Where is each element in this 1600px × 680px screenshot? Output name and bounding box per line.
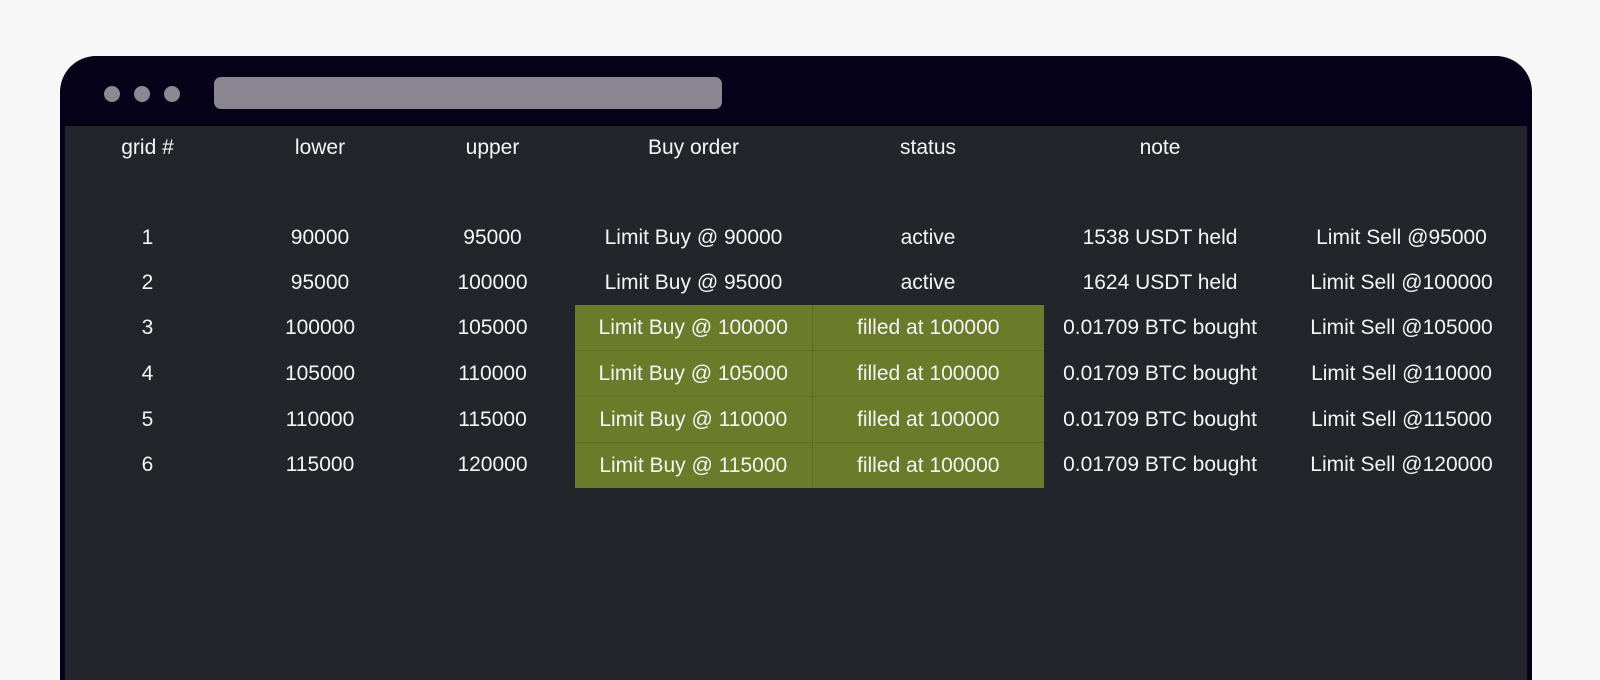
header-spacer [65,170,1527,215]
header-buy-order: Buy order [647,136,740,159]
lower-bound-cell: 100000 [284,315,356,339]
header-status: status [899,136,957,159]
address-bar[interactable] [214,77,722,109]
window-titlebar [60,56,1532,126]
header-upper: upper [465,136,520,159]
sell-order-cell: Limit Sell @95000 [1316,225,1487,249]
table-row: 3 100000 105000 Limit Buy @ 100000 fille… [65,305,1527,351]
lower-bound-cell: 95000 [290,270,350,294]
header-note: note [1139,136,1181,159]
status-cell: filled at 100000 [811,350,1044,397]
maximize-window-button[interactable] [164,86,180,102]
status-cell: filled at 100000 [811,305,1044,351]
lower-bound-cell: 105000 [284,361,356,385]
status-cell: filled at 100000 [811,396,1044,443]
grid-number-cell: 6 [141,453,154,477]
header-sell-order [1276,126,1527,170]
note-cell: 0.01709 BTC bought [1063,361,1257,385]
browser-window: grid # lower upper Buy order status note… [60,56,1532,680]
sell-order-cell: Limit Sell @115000 [1311,407,1492,431]
buy-order-cell: Limit Buy @ 115000 [575,442,812,488]
content-area: grid # lower upper Buy order status note… [65,126,1527,680]
grid-number-cell: 3 [141,315,154,339]
sell-order-cell: Limit Sell @110000 [1311,361,1492,385]
grid-number-cell: 5 [141,407,154,431]
buy-order-cell: Limit Buy @ 95000 [604,270,783,294]
lower-bound-cell: 90000 [290,225,350,249]
lower-bound-cell: 110000 [285,407,355,431]
upper-bound-cell: 95000 [463,225,522,249]
upper-bound-cell: 110000 [458,361,527,385]
buy-order-cell: Limit Buy @ 110000 [575,396,812,443]
status-cell: filled at 100000 [811,442,1044,488]
buy-order-cell: Limit Buy @ 100000 [575,305,812,351]
sell-order-cell: Limit Sell @105000 [1310,315,1493,339]
note-cell: 0.01709 BTC bought [1063,407,1257,431]
note-cell: 1624 USDT held [1082,270,1238,294]
upper-bound-cell: 115000 [458,407,527,431]
grid-number-cell: 4 [141,361,154,385]
table-row: 1 90000 95000 Limit Buy @ 90000 active 1… [65,215,1527,260]
table-row: 5 110000 115000 Limit Buy @ 110000 fille… [65,396,1527,443]
sell-order-cell: Limit Sell @100000 [1310,270,1493,294]
note-cell: 0.01709 BTC bought [1063,453,1257,477]
upper-bound-cell: 105000 [457,315,528,339]
status-cell: active [900,225,956,249]
buy-order-cell: Limit Buy @ 105000 [575,350,812,397]
grid-number-cell: 1 [141,225,154,249]
sell-order-cell: Limit Sell @120000 [1310,453,1493,477]
grid-number-cell: 2 [141,270,154,294]
table-row: 6 115000 120000 Limit Buy @ 115000 fille… [65,442,1527,488]
grid-orders-table: grid # lower upper Buy order status note… [65,126,1527,488]
status-cell: active [900,270,956,294]
header-lower: lower [294,136,346,159]
minimize-window-button[interactable] [134,86,150,102]
table-row: 2 95000 100000 Limit Buy @ 95000 active … [65,260,1527,305]
note-cell: 0.01709 BTC bought [1063,315,1257,339]
buy-order-cell: Limit Buy @ 90000 [604,225,783,249]
close-window-button[interactable] [104,86,120,102]
table-row: 4 105000 110000 Limit Buy @ 105000 fille… [65,350,1527,397]
page-background: grid # lower upper Buy order status note… [0,0,1600,680]
note-cell: 1538 USDT held [1082,225,1238,249]
header-grid: grid # [121,136,174,159]
table-header-row: grid # lower upper Buy order status note [65,126,1527,170]
lower-bound-cell: 115000 [285,453,355,477]
upper-bound-cell: 100000 [457,270,528,294]
upper-bound-cell: 120000 [457,453,528,477]
